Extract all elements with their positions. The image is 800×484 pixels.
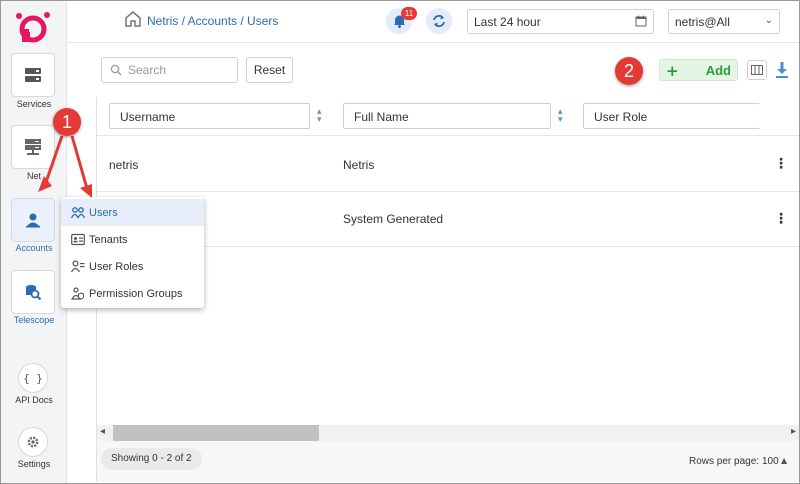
annotation-callout-1: 1 bbox=[53, 108, 81, 136]
annotation-arrows bbox=[38, 135, 92, 198]
annotation-callout-2: 2 bbox=[615, 57, 643, 85]
